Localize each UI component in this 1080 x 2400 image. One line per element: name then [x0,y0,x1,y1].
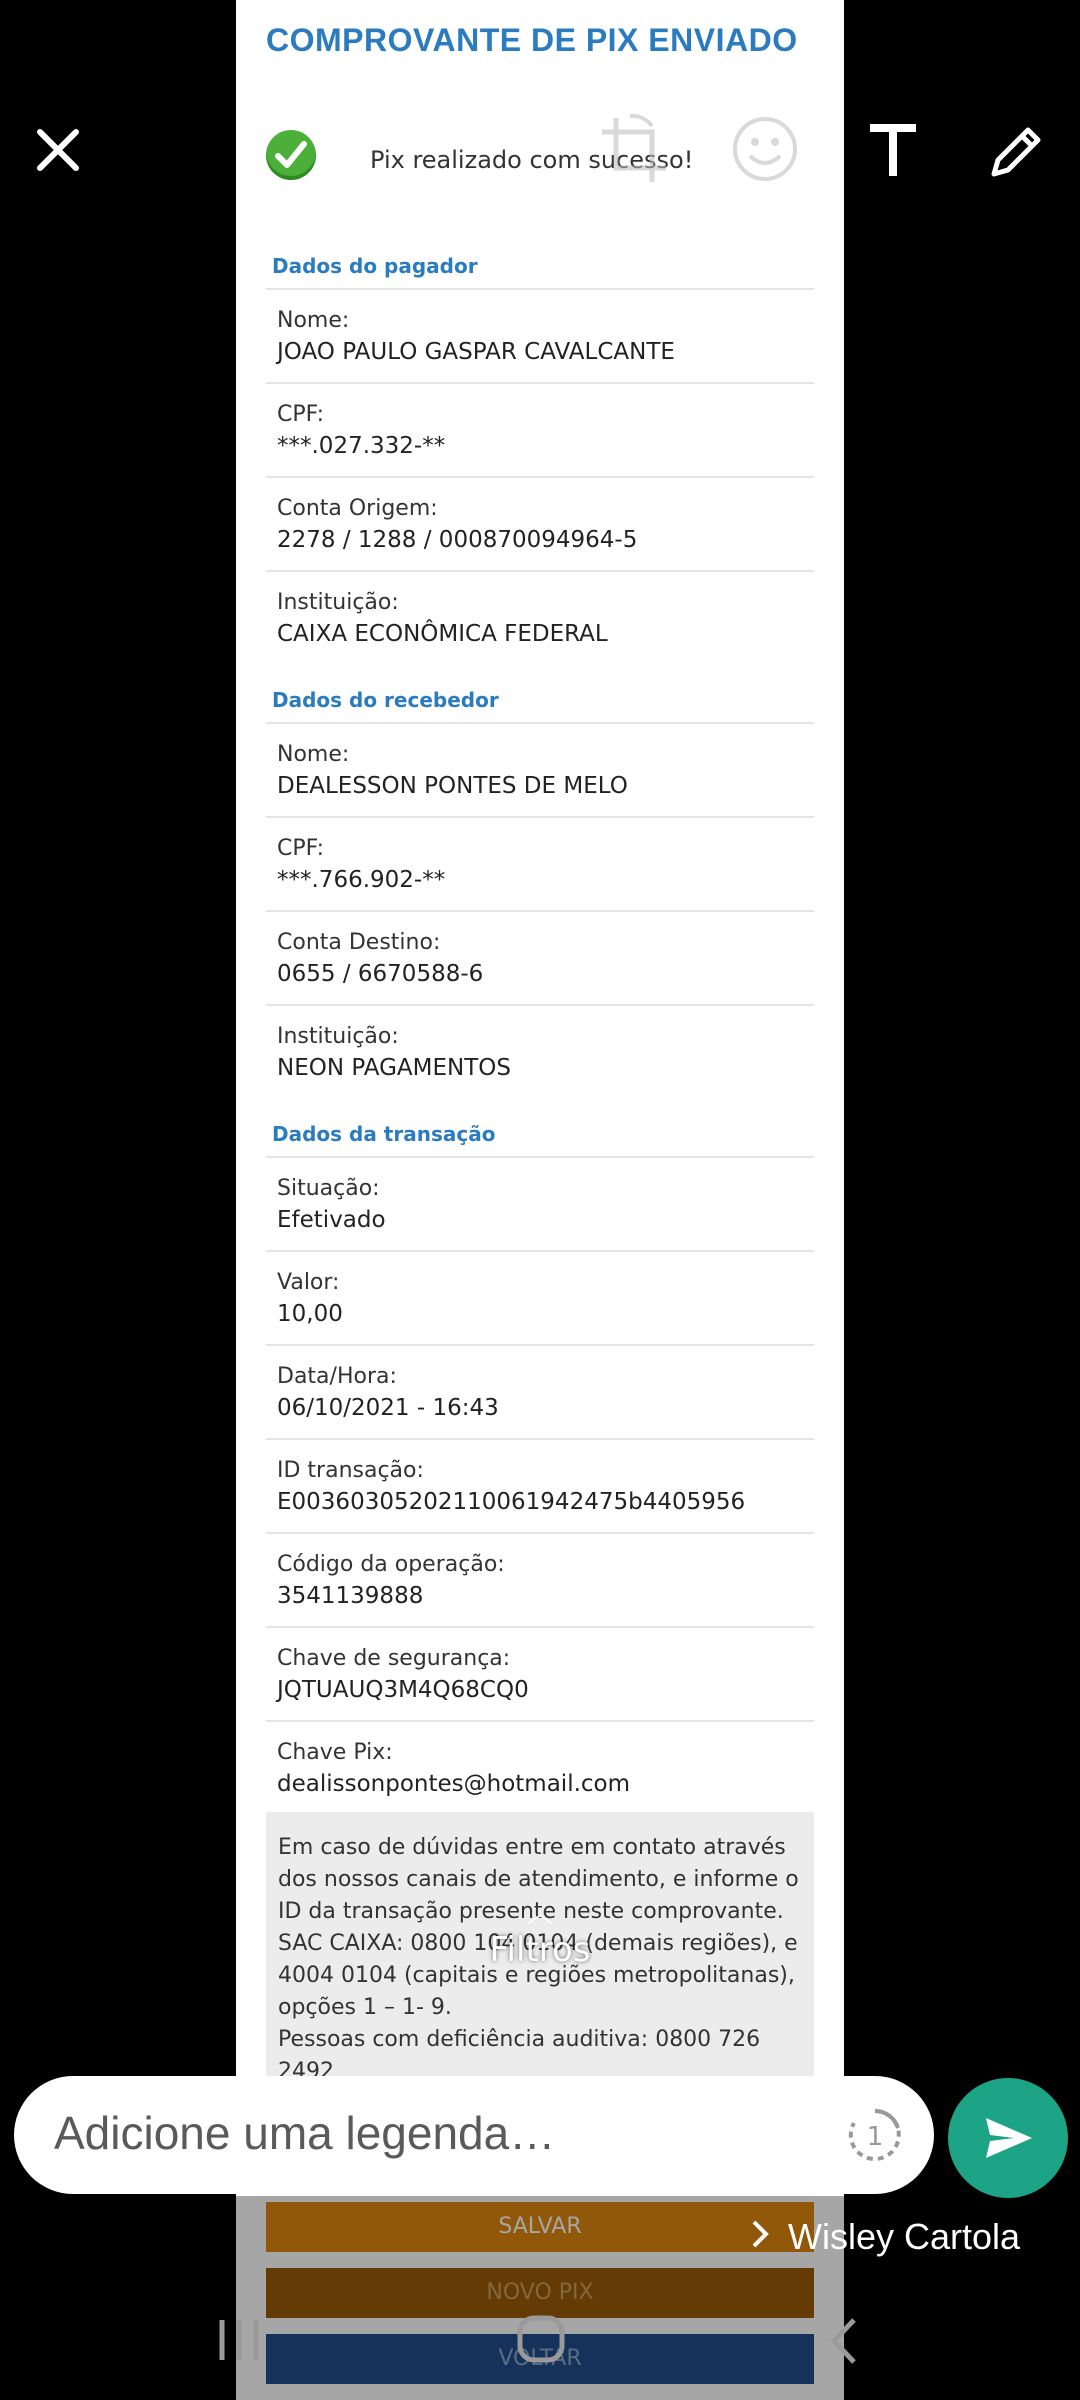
divider [266,288,814,290]
field-label: Nome: [277,742,350,767]
field-label: Código da operação: [277,1552,505,1577]
text-icon[interactable] [866,122,920,182]
field-label: CPF: [277,402,324,427]
divider [266,382,814,384]
receipt-title: COMPROVANTE DE PIX ENVIADO [266,22,798,58]
recipient-name: Wisley Cartola [788,2216,1021,2257]
receiver-institution-field: Instituição: NEON PAGAMENTOS [277,1022,813,1084]
receiver-name-field: Nome: DEALESSON PONTES DE MELO [277,740,813,802]
operation-code-field: Código da operação: 3541139888 [277,1550,813,1612]
field-label: CPF: [277,836,324,861]
receiver-account-field: Conta Destino: 0655 / 6670588-6 [277,928,813,990]
field-label: Situação: [277,1176,380,1201]
payer-section-heading: Dados do pagador [272,254,478,278]
system-nav-bar [0,2280,1080,2400]
datetime-field: Data/Hora: 06/10/2021 - 16:43 [277,1362,813,1424]
field-value: JOAO PAULO GASPAR CAVALCANTE [277,339,675,365]
field-label: Conta Destino: [277,930,441,955]
divider [266,1626,814,1628]
field-label: Data/Hora: [277,1364,397,1389]
caption-placeholder: Adicione uma legenda… [54,2107,556,2159]
send-button[interactable] [948,2078,1068,2198]
recipient-chip[interactable]: Wisley Cartola [750,2216,1020,2258]
recent-apps-icon[interactable] [216,2316,262,2368]
emoji-icon[interactable] [730,114,800,188]
field-value: dealissonpontes@hotmail.com [277,1771,631,1797]
field-value: 06/10/2021 - 16:43 [277,1395,499,1421]
caption-input[interactable]: Adicione uma legenda… 1 [14,2076,934,2194]
view-once-icon[interactable]: 1 [846,2106,904,2168]
receiver-section-heading: Dados do recebedor [272,688,499,712]
filters-label: Filtros [489,1930,591,1970]
svg-text:1: 1 [867,2122,884,2152]
divider [266,816,814,818]
back-icon[interactable] [826,2316,860,2370]
security-key-field: Chave de segurança: JQTUAUQ3M4Q68CQ0 [277,1644,813,1706]
transaction-section-heading: Dados da transação [272,1122,496,1146]
field-value: Efetivado [277,1207,386,1233]
field-label: Chave de segurança: [277,1646,511,1671]
field-label: Valor: [277,1270,340,1295]
pencil-icon[interactable] [986,120,1048,186]
field-value: 2278 / 1288 / 000870094964-5 [277,527,638,553]
divider [266,1156,814,1158]
field-label: Instituição: [277,590,399,615]
chevron-up-icon: ︿ [526,1899,553,1929]
divider [266,722,814,724]
field-value: ***.766.902-** [277,867,446,893]
status-field: Situação: Efetivado [277,1174,813,1236]
field-label: Instituição: [277,1024,399,1049]
field-value: DEALESSON PONTES DE MELO [277,773,628,799]
divider [266,1344,814,1346]
field-value: ***.027.332-** [277,433,446,459]
payer-cpf-field: CPF: ***.027.332-** [277,400,813,462]
transaction-id-field: ID transação: E00360305202110061942475b4… [277,1456,813,1518]
divider [266,1004,814,1006]
field-value: 0655 / 6670588-6 [277,961,484,987]
divider [266,476,814,478]
field-value: E00360305202110061942475b4405956 [277,1489,746,1515]
field-label: Nome: [277,308,350,333]
field-value: JQTUAUQ3M4Q68CQ0 [277,1677,529,1703]
divider [266,570,814,572]
field-label: Conta Origem: [277,496,438,521]
divider [266,1532,814,1534]
success-check-icon [266,130,316,180]
field-label: Chave Pix: [277,1740,393,1765]
chevron-right-icon [750,2216,770,2258]
amount-field: Valor: 10,00 [277,1268,813,1330]
field-value: CAIXA ECONÔMICA FEDERAL [277,621,608,647]
divider [266,1720,814,1722]
receipt-image: COMPROVANTE DE PIX ENVIADO Pix realizado… [236,0,844,2400]
field-value: 3541139888 [277,1583,424,1609]
pix-key-field: Chave Pix: dealissonpontes@hotmail.com [277,1738,813,1800]
filters-hint[interactable]: ︿ Filtros [0,1893,1080,1970]
field-label: ID transação: [277,1458,424,1483]
close-icon[interactable] [30,122,86,182]
payer-institution-field: Instituição: CAIXA ECONÔMICA FEDERAL [277,588,813,650]
home-icon[interactable] [516,2314,566,2368]
field-value: 10,00 [277,1301,343,1327]
divider [266,910,814,912]
field-value: NEON PAGAMENTOS [277,1055,511,1081]
payer-account-field: Conta Origem: 2278 / 1288 / 000870094964… [277,494,813,556]
receiver-cpf-field: CPF: ***.766.902-** [277,834,813,896]
payer-name-field: Nome: JOAO PAULO GASPAR CAVALCANTE [277,306,813,368]
divider [266,1438,814,1440]
crop-rotate-icon[interactable] [596,112,672,192]
send-icon [986,2118,1032,2158]
divider [266,1250,814,1252]
